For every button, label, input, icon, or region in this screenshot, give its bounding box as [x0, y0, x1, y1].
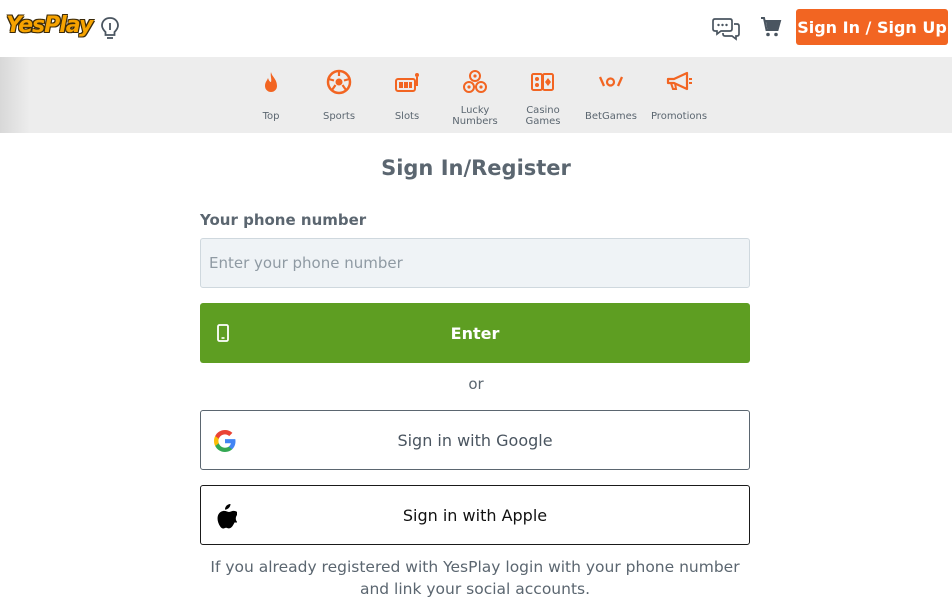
sign-in-sign-up-button[interactable]: Sign In / Sign Up — [796, 9, 948, 45]
google-button-label: Sign in with Google — [397, 430, 553, 450]
chat-icon[interactable] — [712, 16, 740, 42]
nav-label: Promotions — [650, 111, 708, 122]
enter-button[interactable]: Enter — [200, 303, 750, 363]
lightbulb-icon[interactable] — [98, 16, 122, 42]
betgames-icon — [598, 76, 624, 87]
megaphone-icon — [666, 71, 692, 91]
soccer-ball-icon — [326, 69, 352, 95]
phone-number-input[interactable] — [200, 238, 750, 288]
page-title: Sign In/Register — [381, 156, 571, 180]
nav-label: BetGames — [585, 111, 637, 122]
nav-label-line: Lucky — [460, 105, 490, 116]
nav-label: Lucky Numbers — [452, 105, 497, 127]
apple-icon — [217, 503, 237, 529]
slot-machine-icon — [395, 73, 419, 92]
google-icon — [214, 430, 236, 452]
social-link-note: If you already registered with YesPlay l… — [210, 558, 740, 598]
nav-item-sports[interactable]: Sports — [305, 69, 373, 131]
cart-icon[interactable] — [760, 16, 782, 38]
apple-button-label: Sign in with Apple — [402, 505, 548, 525]
nav-label-line: Numbers — [452, 116, 498, 127]
nav-item-casino-games[interactable]: Casino Games — [509, 69, 577, 131]
nav-item-top[interactable]: Top — [237, 69, 305, 131]
google-sign-in-button[interactable]: Sign in with Google — [200, 410, 750, 470]
nav-label: Sports — [322, 111, 356, 122]
nav-label-line: Games — [525, 116, 561, 127]
category-nav: Top Sports Slots Lucky Numbers Casino Ga… — [0, 57, 952, 133]
yesplay-logo[interactable]: YesPlay — [6, 11, 93, 47]
nav-label: Slots — [394, 111, 420, 122]
nav-item-promotions[interactable]: Promotions — [645, 69, 713, 131]
nav-item-betgames[interactable]: BetGames — [577, 69, 645, 131]
phone-number-label: Your phone number — [200, 211, 367, 229]
nav-label-line: Casino — [526, 105, 560, 116]
mobile-phone-icon — [217, 324, 229, 342]
apple-sign-in-button[interactable]: Sign in with Apple — [200, 485, 750, 545]
enter-button-label: Enter — [450, 323, 500, 343]
nav-item-slots[interactable]: Slots — [373, 69, 441, 131]
casino-cards-icon — [531, 73, 554, 91]
or-divider: or — [468, 375, 484, 393]
fire-icon — [265, 72, 277, 92]
logo-text: YesPlay — [6, 13, 93, 38]
nav-item-lucky-numbers[interactable]: Lucky Numbers — [441, 69, 509, 131]
header: YesPlay Sign In / Sign Up — [0, 0, 952, 57]
lottery-balls-icon — [463, 70, 487, 93]
nav-label: Casino Games — [526, 105, 561, 127]
nav-label: Top — [262, 111, 280, 122]
